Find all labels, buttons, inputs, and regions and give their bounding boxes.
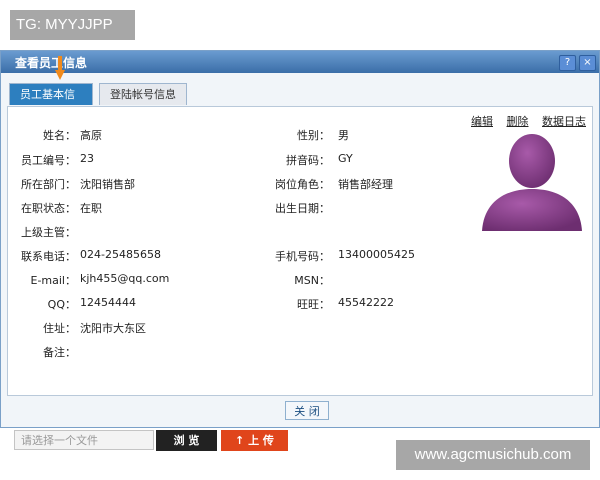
data-log-link[interactable]: 数据日志 [542,115,586,128]
field-value: 沈阳市大东区 [80,322,146,335]
info-panel: 编辑 删除 数据日志 姓名： 高原 员工编号： 23 所在部门： 沈阳销售部 在… [7,106,593,451]
watermark-top: TG: MYYJJPP [10,10,135,40]
field-label: 手机号码： [275,250,330,263]
employee-info-dialog: 查看员工信息 ? × 员工基本信息 登陆帐号信息 编辑 删除 数据日志 姓名： … [0,50,600,451]
field-label: 所在部门： [21,178,76,191]
field-value: 高原 [80,129,102,142]
action-links: 编辑 删除 数据日志 [461,113,586,129]
help-icon[interactable]: ? [559,55,576,71]
upload-button[interactable]: ↑ 上 传 [221,430,288,451]
avatar-placeholder-icon [482,134,582,231]
field-value: 024-25485658 [80,248,161,261]
field-label: MSN： [294,274,330,287]
field-label: 联系电话： [21,250,76,263]
field-value: 12454444 [80,296,136,309]
field-label: 上级主管： [21,226,76,239]
tab-login-account[interactable]: 登陆帐号信息 [99,83,187,105]
field-value: kjh455@qq.com [80,272,170,285]
field-value: 13400005425 [338,248,415,261]
field-label: 在职状态： [21,202,76,215]
field-value: 销售部经理 [338,178,393,191]
field-value: 男 [338,129,349,142]
field-label: 住址： [43,322,76,335]
field-label: 备注： [43,346,76,359]
title-bar: 查看员工信息 ? × [1,51,599,73]
field-value: 23 [80,152,94,165]
field-label: 岗位角色： [275,178,330,191]
field-label: QQ： [47,298,76,311]
field-value: 在职 [80,202,102,215]
dialog-title: 查看员工信息 [15,56,88,70]
watermark-bottom: www.agcmusichub.com [396,440,590,470]
field-label: 员工编号： [21,154,76,167]
field-label: 拼音码： [286,154,330,167]
field-label: 姓名： [43,129,76,142]
close-icon[interactable]: × [579,55,596,71]
delete-link[interactable]: 删除 [507,115,529,128]
field-value: 沈阳销售部 [80,178,135,191]
field-value: GY [338,152,353,165]
field-value: 45542222 [338,296,394,309]
field-label: E-mail： [30,274,77,287]
close-button[interactable]: 关 闭 [285,401,329,420]
file-input[interactable]: 请选择一个文件 [14,430,154,450]
edit-link[interactable]: 编辑 [471,115,493,128]
browse-button[interactable]: 浏 览 [156,430,217,451]
field-label: 性别： [297,129,330,142]
pointer-arrow-icon [55,56,65,80]
field-label: 出生日期： [275,202,330,215]
field-label: 旺旺： [297,298,330,311]
tab-basic-info[interactable]: 员工基本信息 [9,83,93,123]
